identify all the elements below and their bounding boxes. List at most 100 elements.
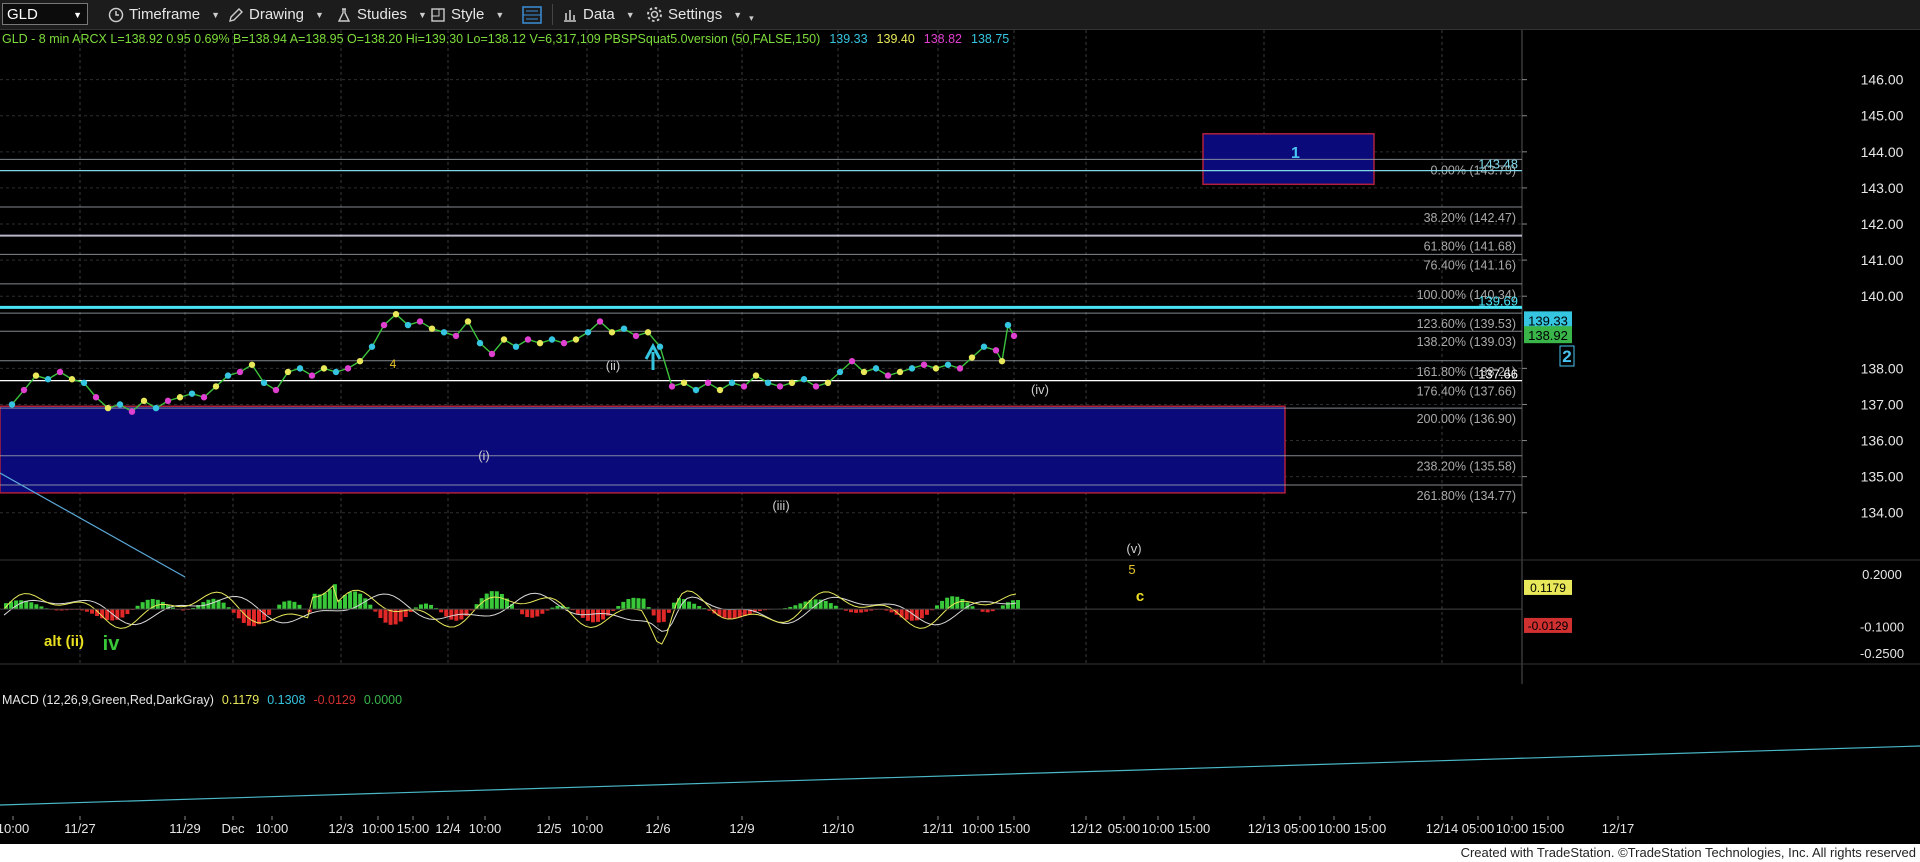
info-value: 139.33 bbox=[829, 32, 867, 46]
price-signal-dot bbox=[764, 379, 772, 387]
macd-histogram-bar bbox=[449, 609, 454, 620]
fib-level-label: 176.40% (137.66) bbox=[1417, 385, 1516, 399]
macd-histogram-bar bbox=[383, 609, 388, 623]
price-signal-dot bbox=[680, 379, 688, 387]
y-tick-label: 143.00 bbox=[1861, 180, 1904, 196]
x-tick-label: 10:00 bbox=[362, 821, 395, 836]
macd-histogram-bar bbox=[793, 605, 798, 610]
macd-histogram-bar bbox=[494, 591, 499, 610]
price-signal-dot bbox=[356, 357, 364, 365]
x-tick-label: 10:00 bbox=[1142, 821, 1175, 836]
macd-histogram-bar bbox=[687, 601, 692, 610]
x-tick-label: 15:00 bbox=[397, 821, 430, 836]
price-signal-dot bbox=[272, 386, 280, 394]
x-tick-label: 05:00 bbox=[1108, 821, 1141, 836]
macd-histogram-bar bbox=[464, 609, 469, 616]
price-signal-dot bbox=[956, 365, 964, 372]
macd-y-tick-label: 0.2000 bbox=[1862, 567, 1902, 582]
y-tick-label: 141.00 bbox=[1861, 252, 1904, 268]
macd-histogram-bar bbox=[651, 609, 656, 616]
price-signal-dot bbox=[404, 321, 412, 329]
price-signal-dot bbox=[308, 372, 316, 379]
x-tick-label: 15:00 bbox=[1532, 821, 1565, 836]
info-value: 139.40 bbox=[877, 32, 915, 46]
y-tick-label: 137.00 bbox=[1861, 396, 1904, 412]
y-tick-label: 140.00 bbox=[1861, 288, 1904, 304]
x-tick-label: 11/29 bbox=[169, 821, 201, 836]
wave-label: (iv) bbox=[1031, 382, 1049, 397]
price-signal-dot bbox=[944, 361, 952, 368]
price-signal-dot bbox=[692, 386, 700, 394]
price-signal-dot bbox=[464, 318, 472, 325]
macd-histogram-bar bbox=[378, 609, 383, 618]
x-tick-label: 05:00 bbox=[1284, 821, 1317, 836]
macd-histogram-bar bbox=[348, 592, 353, 610]
x-tick-label: 12/3 bbox=[328, 821, 353, 836]
price-signal-dot bbox=[632, 332, 640, 340]
price-signal-dot bbox=[932, 365, 940, 372]
macd-histogram-bar bbox=[1010, 600, 1015, 610]
fib-level-label: 61.80% (141.68) bbox=[1424, 240, 1516, 254]
x-tick-label: 15:00 bbox=[1354, 821, 1387, 836]
macd-histogram-bar bbox=[292, 601, 297, 610]
x-tick-label: 11/27 bbox=[64, 821, 96, 836]
chart-area[interactable]: 1 0.00% (143.79)38.20% (142.47)61.80% (1… bbox=[0, 0, 1920, 844]
price-signal-dot bbox=[608, 329, 616, 336]
price-signal-dot bbox=[776, 383, 784, 390]
macd-histogram-bar bbox=[661, 609, 666, 622]
macd-histogram-bar bbox=[140, 602, 145, 610]
price-signal-dot bbox=[320, 365, 328, 372]
macd-histogram-bar bbox=[297, 604, 302, 610]
y-tick-label: 135.00 bbox=[1861, 469, 1904, 485]
y-tick-label: 144.00 bbox=[1861, 144, 1904, 160]
price-signal-dot bbox=[596, 318, 604, 325]
macd-histogram-bar bbox=[287, 600, 292, 610]
price-signal-dot bbox=[92, 394, 100, 401]
price-signal-dot bbox=[584, 329, 592, 336]
macd-histogram-bar bbox=[120, 609, 125, 618]
price-signal-dot bbox=[1004, 321, 1012, 329]
macd-histogram-bar bbox=[833, 605, 838, 610]
price-signal-dot bbox=[248, 361, 256, 368]
macd-histogram-bar bbox=[666, 609, 671, 613]
price-signal-dot bbox=[896, 368, 904, 376]
price-signal-dot bbox=[752, 372, 760, 379]
wave-label: 5 bbox=[1128, 562, 1135, 577]
info-value: 138.75 bbox=[971, 32, 1009, 46]
macd-histogram-bar bbox=[221, 602, 226, 610]
price-signal-dot bbox=[452, 332, 460, 340]
macd-histogram-bar bbox=[924, 609, 929, 615]
price-signal-dot bbox=[656, 343, 664, 350]
fib-level-label: 200.00% (136.90) bbox=[1417, 412, 1516, 426]
macd-histogram-bar bbox=[145, 599, 150, 610]
macd-histogram-bar bbox=[429, 604, 434, 610]
price-signal-dot bbox=[164, 397, 172, 405]
fib-level-label: 123.60% (139.53) bbox=[1417, 317, 1516, 331]
macd-histogram-bar bbox=[90, 609, 95, 614]
macd-histogram-bar bbox=[722, 609, 727, 618]
macd-value: 0.0000 bbox=[364, 693, 402, 707]
x-tick-label: 12/14 bbox=[1426, 821, 1459, 836]
x-tick-label: 10:00 bbox=[256, 821, 289, 836]
macd-histogram-bar bbox=[327, 589, 332, 610]
price-signal-dot bbox=[212, 383, 220, 390]
macd-histogram-bar bbox=[525, 609, 530, 618]
macd-histogram-bar bbox=[1000, 605, 1005, 610]
macd-value: -0.0129 bbox=[313, 693, 355, 707]
fib-level-label: 138.20% (139.03) bbox=[1417, 335, 1516, 349]
macd-histogram-bar bbox=[34, 604, 39, 610]
symbol-info-line: GLD - 8 min ARCX L=138.92 0.95 0.69% B=1… bbox=[2, 32, 1009, 46]
macd-histogram-bar bbox=[135, 605, 140, 610]
price-signal-dot bbox=[500, 336, 508, 343]
macd-histogram-bar bbox=[444, 609, 449, 617]
x-tick-label: 12/5 bbox=[536, 821, 561, 836]
footer: Created with TradeStation. ©TradeStation… bbox=[0, 844, 1920, 862]
x-tick-label: 12/4 bbox=[435, 821, 460, 836]
price-signal-dot bbox=[284, 368, 292, 376]
fib-level-label: 38.20% (142.47) bbox=[1424, 211, 1516, 225]
macd-histogram-bar bbox=[828, 603, 833, 610]
macd-histogram-bar bbox=[19, 600, 24, 610]
x-tick-label: 10:00 bbox=[1318, 821, 1351, 836]
price-signal-dot bbox=[740, 383, 748, 390]
macd-histogram-bar bbox=[626, 599, 631, 610]
